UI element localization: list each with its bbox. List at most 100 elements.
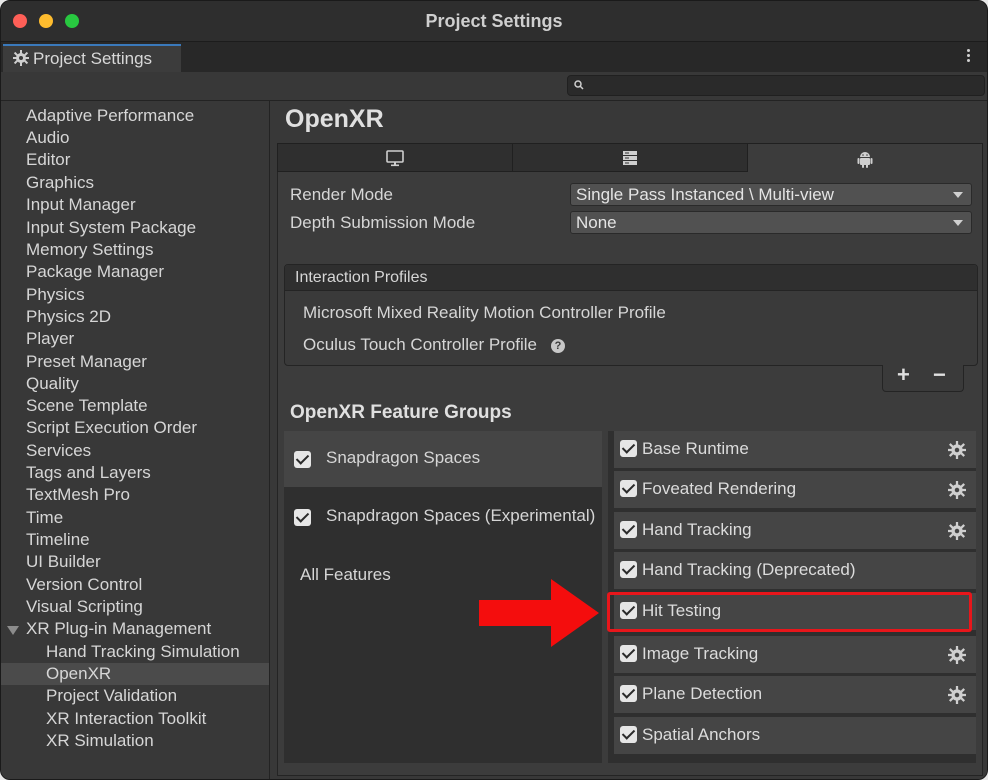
sidebar-item-textmesh-pro[interactable]: TextMesh Pro bbox=[26, 484, 269, 506]
gear-icon[interactable] bbox=[948, 441, 966, 459]
chevron-down-icon bbox=[953, 192, 963, 198]
sidebar-item-adaptive-performance[interactable]: Adaptive Performance bbox=[26, 105, 269, 127]
checkbox[interactable] bbox=[294, 509, 311, 526]
feature-hand-tracking[interactable]: Hand Tracking bbox=[614, 512, 976, 549]
chevron-down-icon bbox=[953, 220, 963, 226]
project-settings-window: Project Settings Project Settings Adapti… bbox=[0, 0, 988, 780]
help-icon[interactable]: ? bbox=[551, 339, 566, 353]
feature-label: Foveated Rendering bbox=[642, 479, 797, 498]
monitor-icon bbox=[386, 150, 404, 167]
interaction-profiles-header: Interaction Profiles bbox=[285, 265, 977, 291]
checkbox[interactable] bbox=[620, 726, 637, 743]
gear-icon[interactable] bbox=[948, 481, 966, 499]
sidebar-item-scene-template[interactable]: Scene Template bbox=[26, 395, 269, 417]
gear-icon[interactable] bbox=[948, 646, 966, 664]
red-arrow-annotation-icon bbox=[479, 579, 599, 647]
more-options-icon[interactable] bbox=[967, 47, 971, 64]
feature-label: Spatial Anchors bbox=[642, 725, 761, 744]
feature-label: Hand Tracking (Deprecated) bbox=[642, 560, 856, 579]
hit-testing-highlight-box bbox=[607, 592, 972, 632]
android-settings-panel: Render Mode Single Pass Instanced \ Mult… bbox=[277, 172, 983, 776]
sidebar-item-player[interactable]: Player bbox=[26, 328, 269, 350]
sidebar-item-physics[interactable]: Physics bbox=[26, 284, 269, 306]
title-bar: Project Settings bbox=[1, 1, 987, 42]
gear-icon[interactable] bbox=[948, 686, 966, 704]
list-item[interactable]: Oculus Touch Controller Profile? bbox=[303, 335, 566, 355]
remove-profile-button[interactable]: − bbox=[933, 362, 946, 388]
foldout-arrow-icon[interactable] bbox=[7, 626, 19, 635]
tab-project-settings[interactable]: Project Settings bbox=[3, 44, 181, 73]
gear-icon[interactable] bbox=[948, 522, 966, 540]
sidebar-item-package-manager[interactable]: Package Manager bbox=[26, 261, 269, 283]
sidebar-item-physics-2d[interactable]: Physics 2D bbox=[26, 306, 269, 328]
sidebar-item-preset-manager[interactable]: Preset Manager bbox=[26, 351, 269, 373]
checkbox[interactable] bbox=[620, 440, 637, 457]
feature-group-label: Snapdragon Spaces (Experimental) bbox=[326, 506, 596, 525]
sidebar-item-editor[interactable]: Editor bbox=[26, 149, 269, 171]
render-mode-dropdown[interactable]: Single Pass Instanced \ Multi-view bbox=[570, 183, 972, 206]
feature-image-tracking[interactable]: Image Tracking bbox=[614, 636, 976, 673]
sidebar-item-xr-interaction-toolkit[interactable]: XR Interaction Toolkit bbox=[46, 708, 269, 730]
feature-base-runtime[interactable]: Base Runtime bbox=[614, 431, 976, 468]
checkbox[interactable] bbox=[620, 685, 637, 702]
sidebar-item-time[interactable]: Time bbox=[26, 507, 269, 529]
list-add-remove-controls: + − bbox=[882, 362, 964, 392]
feature-label: Plane Detection bbox=[642, 684, 763, 703]
sidebar-item-input-manager[interactable]: Input Manager bbox=[26, 194, 269, 216]
tab-standalone[interactable] bbox=[277, 143, 513, 172]
sidebar-item-xr-simulation[interactable]: XR Simulation bbox=[46, 730, 269, 752]
sidebar-item-project-validation[interactable]: Project Validation bbox=[46, 685, 269, 707]
feature-group-snapdragon-spaces-experimental[interactable]: Snapdragon Spaces (Experimental) bbox=[284, 489, 602, 545]
sidebar-item-audio[interactable]: Audio bbox=[26, 127, 269, 149]
settings-main-panel: OpenXR Render Mode Single Pass Instanced… bbox=[271, 101, 987, 779]
sidebar-item-openxr[interactable]: OpenXR bbox=[1, 663, 269, 685]
feature-spatial-anchors[interactable]: Spatial Anchors bbox=[614, 717, 976, 754]
page-title: OpenXR bbox=[285, 105, 384, 133]
feature-plane-detection[interactable]: Plane Detection bbox=[614, 676, 976, 713]
sidebar-item-script-execution-order[interactable]: Script Execution Order bbox=[26, 417, 269, 439]
render-mode-label: Render Mode bbox=[290, 185, 394, 204]
checkbox[interactable] bbox=[620, 521, 637, 538]
feature-group-snapdragon-spaces[interactable]: Snapdragon Spaces bbox=[284, 431, 602, 487]
checkbox[interactable] bbox=[620, 645, 637, 662]
search-row bbox=[1, 72, 987, 101]
android-icon bbox=[857, 152, 873, 168]
feature-group-label: Snapdragon Spaces bbox=[326, 448, 481, 467]
tab-label: Project Settings bbox=[33, 49, 153, 68]
sidebar-item-services[interactable]: Services bbox=[26, 440, 269, 462]
feature-hand-tracking-deprecated[interactable]: Hand Tracking (Deprecated) bbox=[614, 552, 976, 589]
tab-android[interactable] bbox=[747, 143, 983, 172]
search-icon bbox=[574, 80, 584, 90]
sidebar-item-label: OpenXR bbox=[46, 664, 112, 683]
sidebar-item-tags-and-layers[interactable]: Tags and Layers bbox=[26, 462, 269, 484]
add-profile-button[interactable]: + bbox=[897, 362, 910, 388]
sidebar-item-xr-plugin-management[interactable]: XR Plug-in Management bbox=[26, 618, 269, 640]
depth-submission-mode-dropdown[interactable]: None bbox=[570, 211, 972, 234]
sidebar-item-quality[interactable]: Quality bbox=[26, 373, 269, 395]
sidebar-item-timeline[interactable]: Timeline bbox=[26, 529, 269, 551]
feature-label: Image Tracking bbox=[642, 644, 759, 663]
feature-foveated-rendering[interactable]: Foveated Rendering bbox=[614, 471, 976, 508]
sidebar-item-hand-tracking-simulation[interactable]: Hand Tracking Simulation bbox=[46, 641, 269, 663]
checkbox[interactable] bbox=[294, 451, 311, 468]
interaction-profiles-list: Interaction Profiles Microsoft Mixed Rea… bbox=[284, 264, 978, 366]
sidebar-item-memory-settings[interactable]: Memory Settings bbox=[26, 239, 269, 261]
feature-group-label: All Features bbox=[300, 565, 391, 584]
sidebar-item-ui-builder[interactable]: UI Builder bbox=[26, 551, 269, 573]
window-title: Project Settings bbox=[425, 11, 563, 31]
sidebar-item-input-system-package[interactable]: Input System Package bbox=[26, 217, 269, 239]
tab-server[interactable] bbox=[512, 143, 748, 172]
checkbox[interactable] bbox=[620, 561, 637, 578]
tab-bar: Project Settings bbox=[1, 42, 987, 73]
list-item-label: Oculus Touch Controller Profile bbox=[303, 335, 538, 354]
checkbox[interactable] bbox=[620, 480, 637, 497]
sidebar-item-visual-scripting[interactable]: Visual Scripting bbox=[26, 596, 269, 618]
settings-sidebar: Adaptive Performance Audio Editor Graphi… bbox=[1, 101, 270, 779]
depth-submission-mode-value: None bbox=[576, 213, 617, 232]
platform-tabs bbox=[277, 143, 983, 172]
list-item[interactable]: Microsoft Mixed Reality Motion Controlle… bbox=[303, 303, 666, 323]
search-input[interactable] bbox=[567, 75, 985, 96]
server-icon bbox=[623, 151, 637, 165]
sidebar-item-graphics[interactable]: Graphics bbox=[26, 172, 269, 194]
sidebar-item-version-control[interactable]: Version Control bbox=[26, 574, 269, 596]
